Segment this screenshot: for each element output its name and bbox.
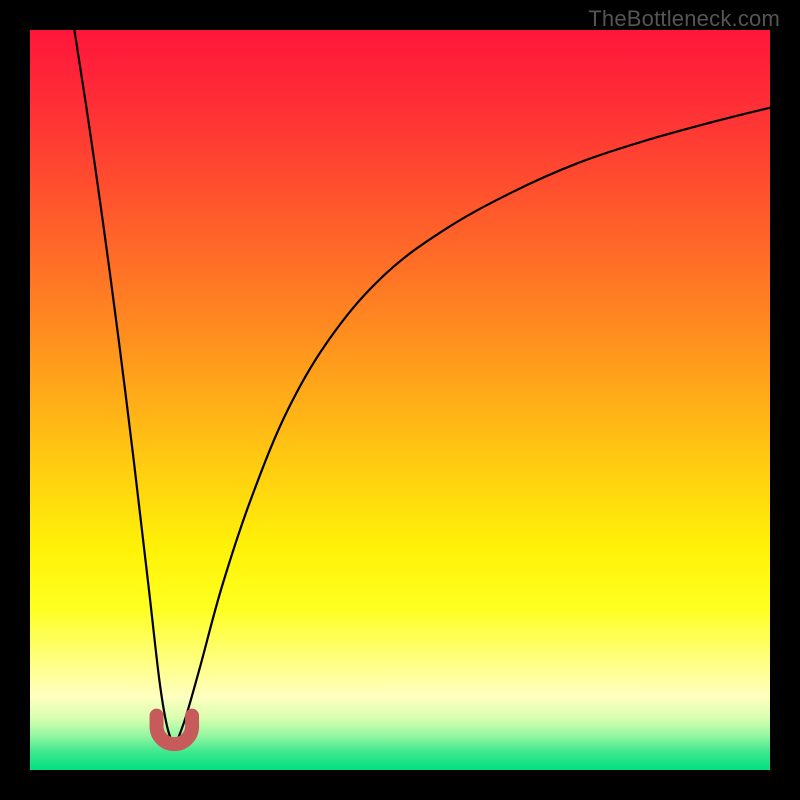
watermark-text: TheBottleneck.com	[588, 6, 780, 32]
plot-area	[30, 30, 770, 770]
outer-frame: TheBottleneck.com	[0, 0, 800, 800]
plot-svg	[30, 30, 770, 770]
gradient-background	[30, 30, 770, 770]
